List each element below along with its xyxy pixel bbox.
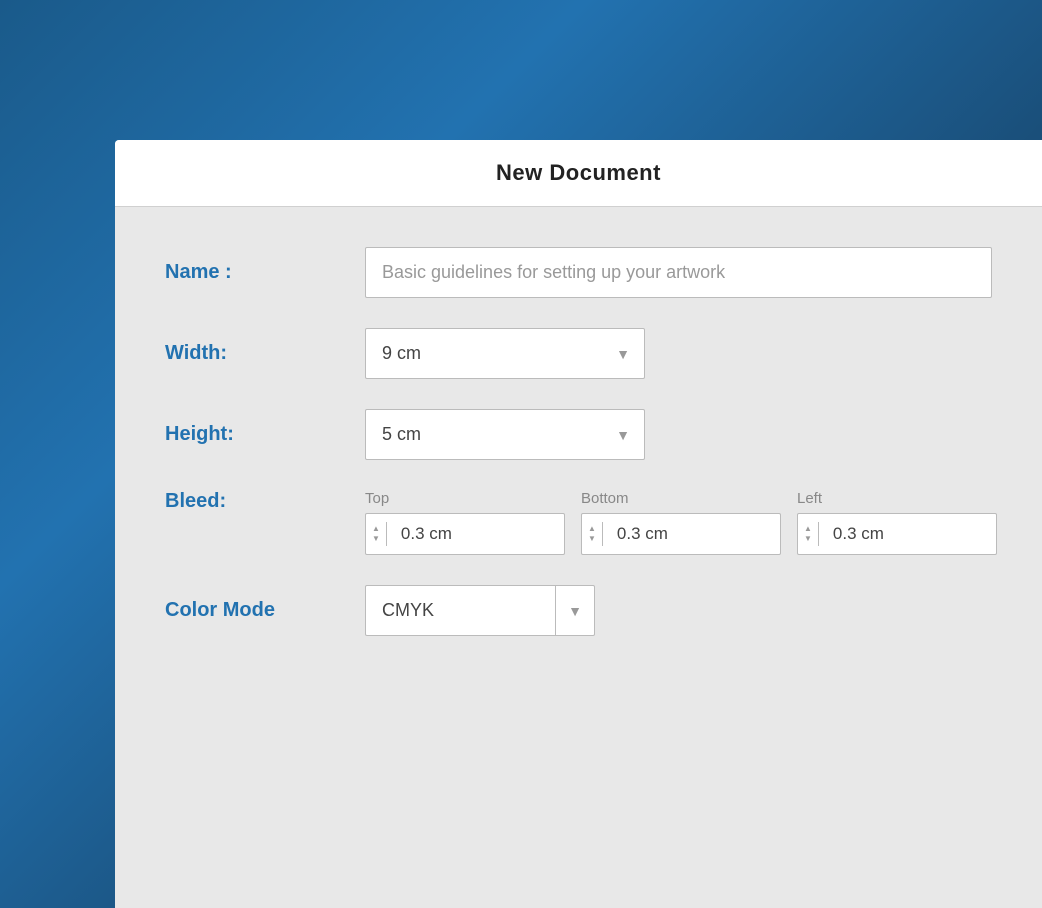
bleed-top-up-icon[interactable]: ▲ xyxy=(372,524,380,534)
bleed-bottom-label: Bottom xyxy=(581,490,781,507)
bleed-bottom-spinner[interactable]: ▲ ▼ 0.3 cm xyxy=(581,513,781,555)
bleed-bottom-spinner-buttons: ▲ ▼ xyxy=(582,522,603,547)
color-mode-label: Color Mode xyxy=(165,599,365,622)
bleed-controls: Top ▲ ▼ 0.3 cm Bottom xyxy=(365,490,997,555)
bleed-left-spinner-buttons: ▲ ▼ xyxy=(798,522,819,547)
bleed-bottom-group: Bottom ▲ ▼ 0.3 cm xyxy=(581,490,781,555)
name-input[interactable] xyxy=(365,247,992,298)
name-control xyxy=(365,247,992,298)
bleed-left-label: Left xyxy=(797,490,997,507)
new-document-dialog: New Document Name : Width: 9 cm ▼ Height… xyxy=(115,140,1042,908)
bleed-row: Bleed: Top ▲ ▼ 0.3 cm xyxy=(165,490,992,555)
width-dropdown-arrow-icon: ▼ xyxy=(602,346,644,362)
bleed-top-value: 0.3 cm xyxy=(387,514,466,554)
bleed-top-group: Top ▲ ▼ 0.3 cm xyxy=(365,490,565,555)
bleed-control: Top ▲ ▼ 0.3 cm Bottom xyxy=(365,490,997,555)
width-select[interactable]: 9 cm ▼ xyxy=(365,328,645,379)
height-select[interactable]: 5 cm ▼ xyxy=(365,409,645,460)
height-label: Height: xyxy=(165,423,365,446)
name-label: Name : xyxy=(165,261,365,284)
name-row: Name : xyxy=(165,247,992,298)
width-value: 9 cm xyxy=(366,329,602,378)
height-row: Height: 5 cm ▼ xyxy=(165,409,992,460)
color-mode-control: CMYK ▼ xyxy=(365,585,992,636)
dialog-header: New Document xyxy=(115,140,1042,207)
width-label: Width: xyxy=(165,342,365,365)
bleed-left-up-icon[interactable]: ▲ xyxy=(804,524,812,534)
bleed-left-down-icon[interactable]: ▼ xyxy=(804,534,812,544)
dialog-body: Name : Width: 9 cm ▼ Height: 5 cm ▼ xyxy=(115,207,1042,706)
width-control: 9 cm ▼ xyxy=(365,328,992,379)
color-mode-dropdown-arrow-icon: ▼ xyxy=(555,586,594,635)
bleed-bottom-up-icon[interactable]: ▲ xyxy=(588,524,596,534)
height-dropdown-arrow-icon: ▼ xyxy=(602,427,644,443)
bleed-top-label: Top xyxy=(365,490,565,507)
dialog-title: New Document xyxy=(496,160,661,185)
height-value: 5 cm xyxy=(366,410,602,459)
bleed-bottom-down-icon[interactable]: ▼ xyxy=(588,534,596,544)
bleed-left-group: Left ▲ ▼ 0.3 cm xyxy=(797,490,997,555)
bleed-label: Bleed: xyxy=(165,490,365,513)
bleed-top-spinner[interactable]: ▲ ▼ 0.3 cm xyxy=(365,513,565,555)
height-control: 5 cm ▼ xyxy=(365,409,992,460)
color-mode-value: CMYK xyxy=(366,586,555,635)
bleed-left-spinner[interactable]: ▲ ▼ 0.3 cm xyxy=(797,513,997,555)
color-mode-row: Color Mode CMYK ▼ xyxy=(165,585,992,636)
bleed-top-spinner-buttons: ▲ ▼ xyxy=(366,522,387,547)
bleed-top-down-icon[interactable]: ▼ xyxy=(372,534,380,544)
width-row: Width: 9 cm ▼ xyxy=(165,328,992,379)
bleed-left-value: 0.3 cm xyxy=(819,514,898,554)
color-mode-select[interactable]: CMYK ▼ xyxy=(365,585,595,636)
bleed-bottom-value: 0.3 cm xyxy=(603,514,682,554)
